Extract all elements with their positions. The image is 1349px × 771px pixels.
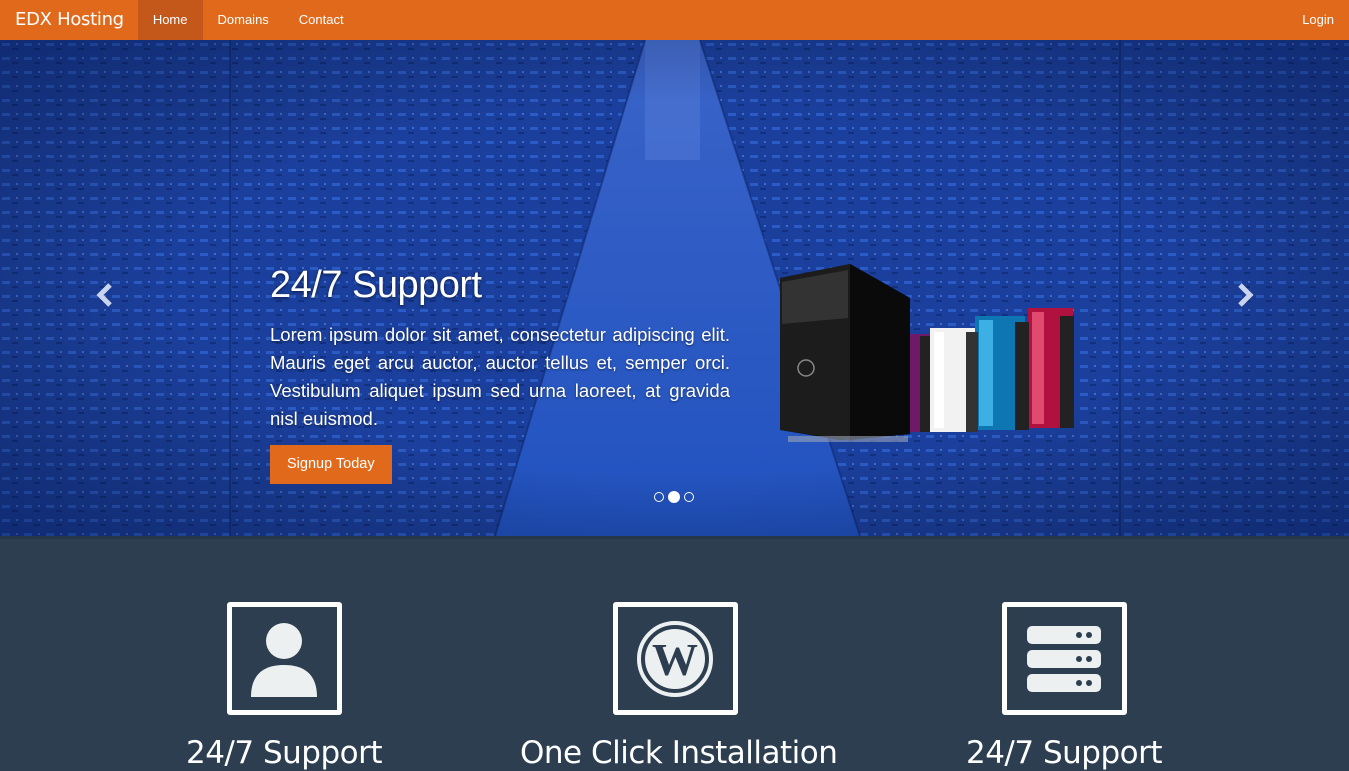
hero-text: Lorem ipsum dolor sit amet, consectetur … xyxy=(270,324,730,429)
carousel-dot-1[interactable] xyxy=(654,492,664,502)
hero-title: 24/7 Support xyxy=(270,264,482,306)
nav-item-domains[interactable]: Domains xyxy=(203,0,284,40)
brand-logo[interactable]: EDX Hosting xyxy=(0,0,138,40)
carousel-prev[interactable] xyxy=(90,280,120,310)
signup-button[interactable]: Signup Today xyxy=(270,445,392,484)
feature-title: One Click Installation xyxy=(520,735,838,771)
feature-wordpress: W One Click Installation xyxy=(520,539,838,771)
carousel-dot-3[interactable] xyxy=(684,492,694,502)
chevron-right-icon xyxy=(1238,283,1254,307)
login-link[interactable]: Login xyxy=(1302,0,1349,40)
carousel-next[interactable] xyxy=(1230,280,1260,310)
svg-text:W: W xyxy=(652,634,698,685)
feature-title: 24/7 Support xyxy=(965,735,1163,771)
feature-title: 24/7 Support xyxy=(185,735,383,771)
server-icon xyxy=(1027,625,1101,692)
chevron-left-icon xyxy=(96,283,112,307)
carousel-dot-2[interactable] xyxy=(668,491,680,503)
wordpress-icon: W xyxy=(637,620,713,697)
user-icon xyxy=(251,622,317,697)
hero-caption: 24/7 Support Lorem ipsum dolor sit amet,… xyxy=(270,264,730,484)
nav-item-home[interactable]: Home xyxy=(137,0,203,40)
computer-towers-image xyxy=(780,264,1074,442)
feature-server: 24/7 Support xyxy=(964,539,1164,771)
features-section: 24/7 Support W One Click Installation 24… xyxy=(0,536,1349,771)
main-nav: Home Domains Contact xyxy=(137,0,359,40)
hero-carousel: 24/7 Support Lorem ipsum dolor sit amet,… xyxy=(0,40,1349,536)
feature-icon-box xyxy=(226,602,342,715)
navbar: EDX Hosting Home Domains Contact Login xyxy=(0,0,1349,40)
feature-support: 24/7 Support xyxy=(184,539,384,771)
feature-icon-box: W xyxy=(612,602,738,715)
feature-icon-box xyxy=(1001,602,1127,715)
nav-item-contact[interactable]: Contact xyxy=(284,0,359,40)
carousel-indicators xyxy=(654,491,694,503)
